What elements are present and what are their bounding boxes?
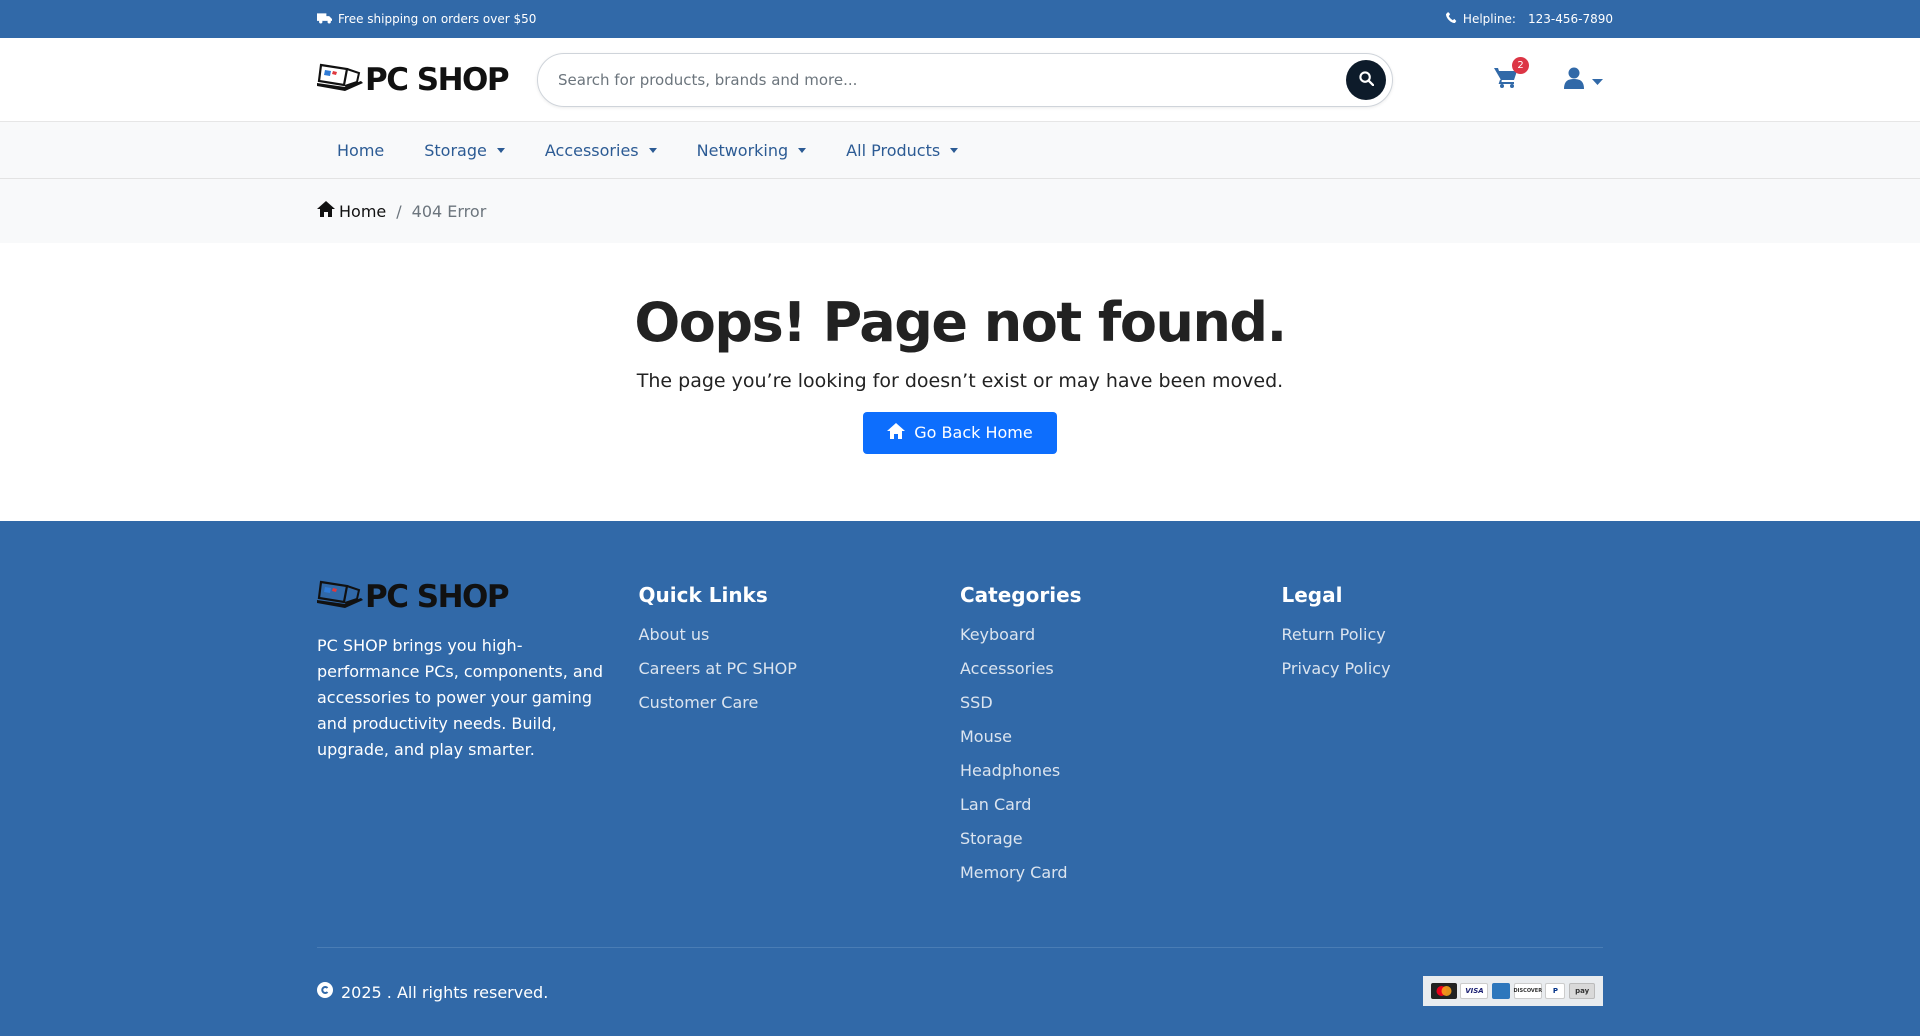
search-input[interactable] xyxy=(558,71,1346,89)
footer-about: PC SHOP PC SHOP brings you high-performa… xyxy=(317,579,639,897)
breadcrumb: Home / 404 Error xyxy=(0,179,1920,243)
error-content: Oops! Page not found. The page you’re lo… xyxy=(0,243,1920,521)
go-back-home-label: Go Back Home xyxy=(914,423,1033,443)
nav-item-label: Accessories xyxy=(544,140,639,160)
copyright-text: 2025 . All rights reserved. xyxy=(341,982,549,1002)
categories-heading: Categories xyxy=(960,583,1082,607)
breadcrumb-home-link[interactable]: Home xyxy=(317,201,386,221)
copyright-icon xyxy=(317,982,333,1002)
site-logo[interactable]: PC SHOP xyxy=(317,62,537,98)
copyright: 2025 . All rights reserved. xyxy=(317,982,548,1002)
paypal-icon: P xyxy=(1545,983,1566,999)
truck-icon xyxy=(317,12,332,27)
mastercard-icon xyxy=(1430,983,1457,999)
laptop-logo-icon xyxy=(317,63,363,97)
breadcrumb-home-label: Home xyxy=(339,201,387,221)
breadcrumb-current: 404 Error xyxy=(411,201,487,221)
footer-categories: Categories Keyboard Accessories SSD Mous… xyxy=(960,579,1282,897)
site-footer: PC SHOP PC SHOP brings you high-performa… xyxy=(0,521,1920,1036)
nav-item-all-products[interactable]: All Products xyxy=(826,141,978,160)
nav-item-label: Home xyxy=(337,140,385,160)
helpline-label: Helpline: xyxy=(1462,12,1516,26)
cart-button[interactable]: 2 xyxy=(1494,57,1529,93)
nav-item-networking[interactable]: Networking xyxy=(677,141,827,160)
footer-category-keyboard[interactable]: Keyboard xyxy=(960,625,1282,659)
search-bar xyxy=(537,53,1393,107)
main-navigation: Home Storage Accessories Networking All … xyxy=(0,122,1920,179)
footer-category-mouse[interactable]: Mouse xyxy=(960,727,1282,761)
phone-icon xyxy=(1445,12,1457,26)
cart-icon xyxy=(1494,68,1518,93)
shipping-notice: Free shipping on orders over $50 xyxy=(317,12,536,27)
footer-bottom-bar: 2025 . All rights reserved. VISA DISCOVE… xyxy=(317,947,1603,1036)
nav-item-storage[interactable]: Storage xyxy=(404,141,525,160)
laptop-logo-icon xyxy=(317,580,363,614)
payment-methods: VISA DISCOVER P pay xyxy=(1423,976,1603,1006)
go-back-home-button[interactable]: Go Back Home xyxy=(863,411,1057,454)
search-icon xyxy=(1358,70,1374,90)
visa-icon: VISA xyxy=(1460,983,1489,999)
breadcrumb-separator: / xyxy=(396,201,402,221)
search-button[interactable] xyxy=(1346,60,1386,100)
footer-link-customer-care[interactable]: Customer Care xyxy=(639,693,961,727)
footer-category-memory-card[interactable]: Memory Card xyxy=(960,863,1282,897)
user-icon xyxy=(1564,67,1584,93)
caret-down-icon xyxy=(496,147,505,153)
nav-item-accessories[interactable]: Accessories xyxy=(525,141,677,160)
footer-logo-text: PC SHOP xyxy=(365,579,510,615)
footer-description: PC SHOP brings you high-performance PCs,… xyxy=(317,636,604,759)
home-icon xyxy=(887,422,906,443)
page-title: Oops! Page not found. xyxy=(634,291,1287,354)
footer-link-privacy-policy[interactable]: Privacy Policy xyxy=(1282,659,1604,693)
top-announcement-bar: Free shipping on orders over $50 Helplin… xyxy=(0,0,1920,38)
helpline: Helpline: 123-456-7890 xyxy=(1445,12,1613,26)
logo-text: PC SHOP xyxy=(365,62,510,98)
helpline-number[interactable]: 123-456-7890 xyxy=(1528,12,1613,26)
legal-heading: Legal xyxy=(1281,583,1343,607)
site-header: PC SHOP 2 xyxy=(0,38,1920,122)
user-menu[interactable] xyxy=(1564,67,1603,93)
discover-icon: DISCOVER xyxy=(1514,983,1542,999)
footer-link-about-us[interactable]: About us xyxy=(639,625,961,659)
footer-quick-links: Quick Links About us Careers at PC SHOP … xyxy=(639,579,961,897)
cart-count-badge: 2 xyxy=(1512,57,1529,74)
error-message: The page you’re looking for doesn’t exis… xyxy=(636,369,1284,392)
pay-icon: pay xyxy=(1569,983,1596,999)
footer-link-careers[interactable]: Careers at PC SHOP xyxy=(639,659,961,693)
nav-item-label: Networking xyxy=(696,140,789,160)
nav-item-label: Storage xyxy=(424,140,487,160)
footer-category-ssd[interactable]: SSD xyxy=(960,693,1282,727)
footer-logo[interactable]: PC SHOP xyxy=(317,579,537,615)
caret-down-icon xyxy=(798,147,807,153)
amex-icon xyxy=(1492,983,1511,999)
footer-category-accessories[interactable]: Accessories xyxy=(960,659,1282,693)
nav-item-label: All Products xyxy=(846,140,941,160)
footer-link-return-policy[interactable]: Return Policy xyxy=(1282,625,1604,659)
chevron-down-icon xyxy=(1592,71,1603,90)
caret-down-icon xyxy=(950,147,959,153)
nav-item-home[interactable]: Home xyxy=(317,141,404,160)
footer-category-headphones[interactable]: Headphones xyxy=(960,761,1282,795)
footer-category-storage[interactable]: Storage xyxy=(960,829,1282,863)
footer-category-lan-card[interactable]: Lan Card xyxy=(960,795,1282,829)
footer-legal: Legal Return Policy Privacy Policy xyxy=(1282,579,1604,897)
home-icon xyxy=(317,201,335,221)
quick-links-heading: Quick Links xyxy=(638,583,768,607)
shipping-text: Free shipping on orders over $50 xyxy=(338,12,537,26)
caret-down-icon xyxy=(648,147,657,153)
